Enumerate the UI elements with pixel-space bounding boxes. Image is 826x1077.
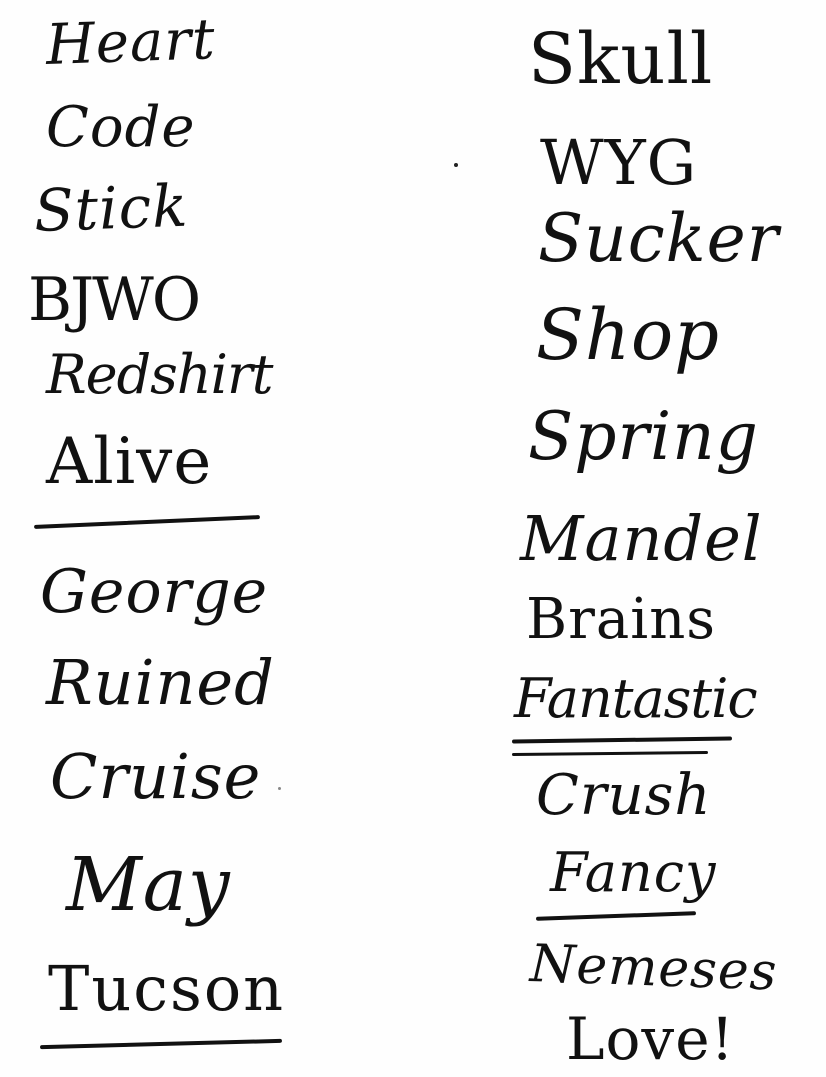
divider-right-2	[511, 750, 709, 757]
ink-speck	[278, 787, 281, 790]
list-item-fancy: Fancy	[550, 841, 717, 904]
list-item-mandel: Mandel	[520, 502, 763, 575]
divider-left-1	[34, 515, 260, 529]
divider-left-2	[39, 1038, 283, 1050]
divider-right-3	[535, 911, 697, 921]
list-item-heart: Heart	[44, 7, 217, 78]
list-item-wyg: WYG	[540, 126, 698, 199]
handwritten-page: Heart Code Stick BJWO Redshirt Alive Geo…	[0, 0, 826, 1077]
divider-right-1	[511, 736, 733, 744]
list-item-love: Love!	[566, 1005, 735, 1073]
list-item-may: May	[66, 842, 231, 928]
list-item-ruined: Ruined	[46, 646, 275, 719]
list-item-george: George	[40, 557, 269, 627]
list-item-bjwo: BJWO	[28, 265, 201, 335]
list-item-skull: Skull	[528, 18, 714, 100]
list-item-code: Code	[46, 95, 196, 160]
list-item-crush: Crush	[536, 763, 712, 828]
list-item-alive: Alive	[46, 425, 213, 499]
ink-speck	[454, 163, 458, 167]
list-item-cruise: Cruise	[50, 740, 262, 813]
list-item-sucker: Sucker	[538, 200, 780, 277]
list-item-nemeses: Nemeses	[528, 934, 779, 1003]
list-item-spring: Spring	[528, 398, 759, 475]
list-item-brains: Brains	[526, 587, 717, 652]
list-item-fantastic: Fantastic	[514, 667, 758, 730]
list-item-tucson: Tucson	[48, 952, 286, 1025]
list-item-redshirt: Redshirt	[46, 343, 273, 406]
list-item-stick: Stick	[32, 171, 190, 245]
list-item-shop: Shop	[536, 294, 720, 376]
